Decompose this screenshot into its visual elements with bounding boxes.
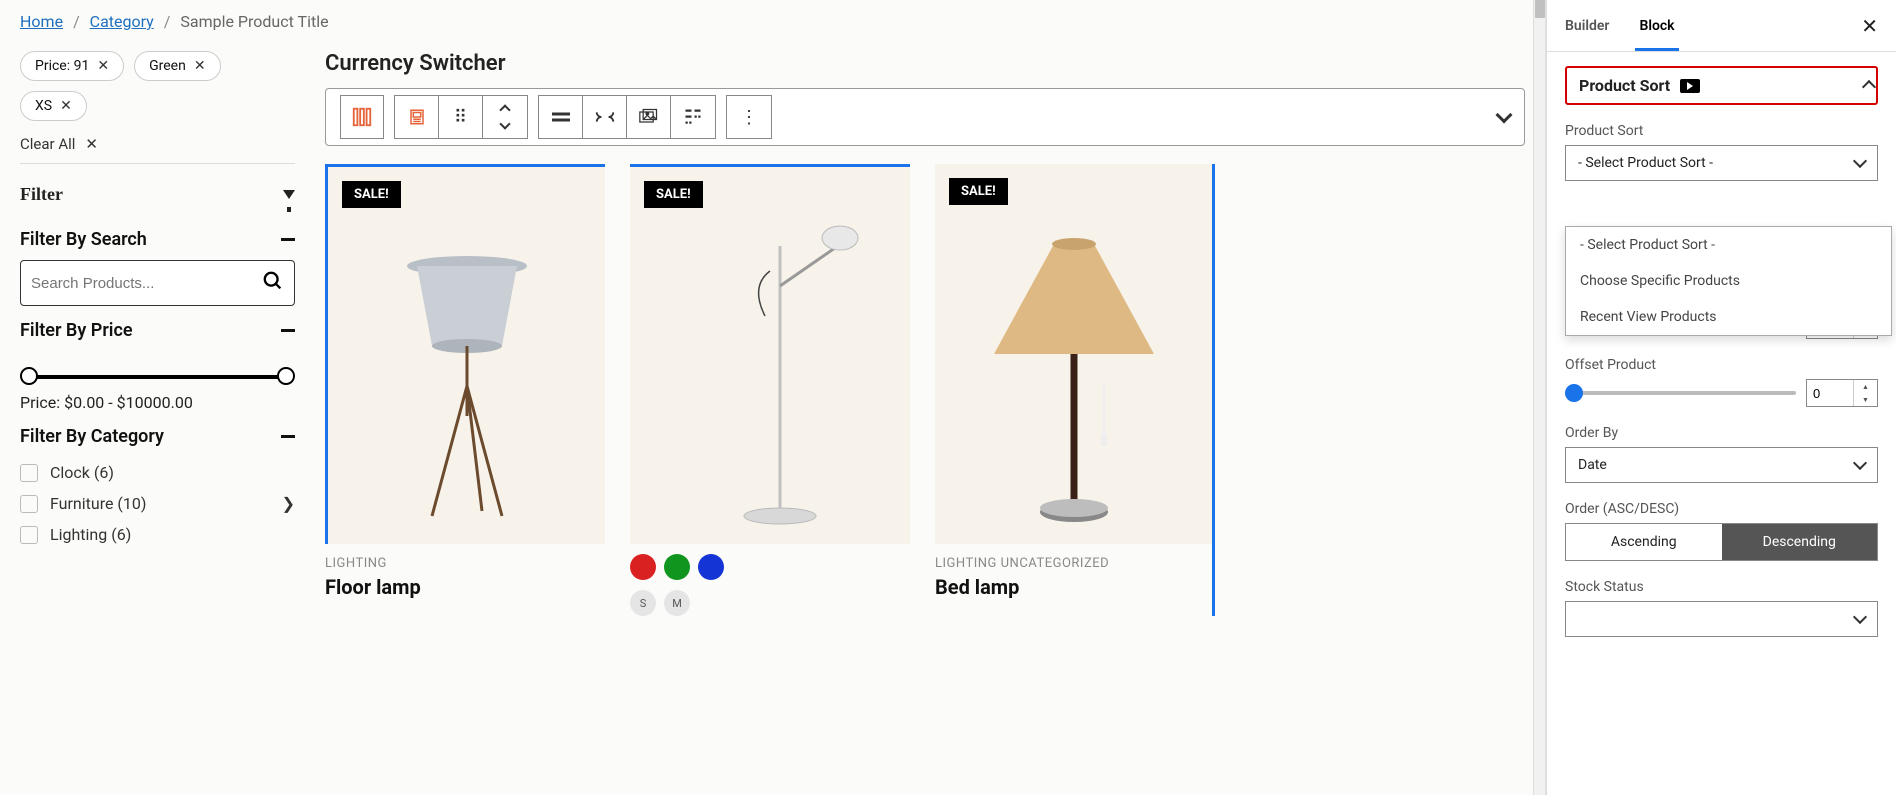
filter-price-head: Filter By Price [20, 320, 133, 341]
search-input[interactable] [31, 275, 262, 292]
sale-badge: SALE! [644, 181, 703, 208]
breadcrumb-sep: / [73, 12, 80, 31]
close-icon[interactable]: ✕ [194, 58, 206, 74]
checkbox[interactable] [20, 526, 38, 544]
product-category: LIGHTING UNCATEGORIZED [935, 544, 1212, 571]
breadcrumb-current: Sample Product Title [180, 12, 328, 31]
clear-all-button[interactable]: Clear All✕ [20, 135, 98, 153]
size-option[interactable]: S [630, 590, 656, 616]
category-item[interactable]: Clock (6) [20, 457, 295, 488]
order-label: Order (ASC/DESC) [1565, 501, 1878, 517]
checkbox[interactable] [20, 495, 38, 513]
product-image[interactable]: SALE! [630, 164, 910, 544]
spin-up[interactable]: ▲ [1854, 380, 1877, 393]
product-sort-select[interactable]: - Select Product Sort - [1565, 145, 1878, 181]
dropdown-option[interactable]: Recent View Products [1566, 299, 1891, 335]
gallery-icon[interactable] [627, 96, 671, 138]
product-sort-dropdown[interactable]: - Select Product Sort - Choose Specific … [1565, 226, 1892, 336]
grid-icon[interactable] [671, 96, 715, 138]
chevron-down-icon [1853, 456, 1867, 470]
product-sort-header[interactable]: Product Sort [1565, 66, 1878, 105]
move-up-icon[interactable] [483, 96, 527, 138]
currency-switcher-title: Currency Switcher [325, 51, 1525, 76]
chevron-down-icon [1853, 610, 1867, 624]
close-icon[interactable]: ✕ [97, 58, 109, 74]
collapse-icon[interactable] [281, 238, 295, 241]
align-icon[interactable] [539, 96, 583, 138]
video-icon[interactable] [1680, 79, 1700, 93]
product-image[interactable]: SALE! [325, 164, 605, 544]
checkbox[interactable] [20, 464, 38, 482]
size-option[interactable]: M [664, 590, 690, 616]
breadcrumb-sep: / [164, 12, 171, 31]
chip-price[interactable]: Price: 91✕ [20, 51, 124, 81]
stock-status-select[interactable] [1565, 601, 1878, 637]
swatch-blue[interactable] [698, 554, 724, 580]
breadcrumb-category[interactable]: Category [90, 12, 154, 31]
collapse-icon[interactable] [281, 435, 295, 438]
dropdown-option[interactable]: - Select Product Sort - [1566, 227, 1891, 263]
close-icon: ✕ [85, 135, 98, 153]
product-name[interactable]: Floor lamp [325, 575, 605, 599]
slider-knob[interactable] [1565, 384, 1583, 402]
order-asc-button[interactable]: Ascending [1566, 524, 1722, 560]
category-item[interactable]: Lighting (6) [20, 519, 295, 550]
main-scrollbar[interactable] [1533, 0, 1545, 795]
chip-size[interactable]: XS✕ [20, 91, 87, 121]
order-desc-button[interactable]: Descending [1722, 524, 1878, 560]
breadcrumb: Home / Category / Sample Product Title [20, 8, 1525, 51]
chip-color[interactable]: Green✕ [134, 51, 220, 81]
sale-badge: SALE! [949, 178, 1008, 205]
orderby-select[interactable]: Date [1565, 447, 1878, 483]
chevron-down-icon[interactable] [1496, 107, 1513, 124]
product-name[interactable]: Bed lamp [935, 575, 1212, 599]
breadcrumb-home[interactable]: Home [20, 12, 63, 31]
chevron-right-icon[interactable]: ❯ [282, 494, 295, 513]
filter-category-head: Filter By Category [20, 426, 164, 447]
columns-icon[interactable] [340, 95, 384, 139]
tool-template[interactable] [395, 96, 439, 138]
search-icon[interactable] [262, 270, 284, 297]
price-range-label: Price: $0.00 - $10000.00 [20, 393, 295, 412]
price-slider-max[interactable] [277, 367, 295, 385]
close-icon[interactable]: ✕ [60, 98, 72, 114]
close-icon[interactable]: ✕ [1861, 14, 1878, 38]
filter-search-head: Filter By Search [20, 229, 147, 250]
price-slider-track[interactable] [25, 375, 290, 379]
spin-down[interactable]: ▼ [1854, 393, 1877, 406]
tab-block[interactable]: Block [1639, 18, 1674, 34]
price-slider-min[interactable] [20, 367, 38, 385]
chevron-down-icon [1853, 154, 1867, 168]
product-image[interactable]: SALE! [935, 164, 1212, 544]
collapse-icon[interactable] [281, 329, 295, 332]
dropdown-option[interactable]: Choose Specific Products [1566, 263, 1891, 299]
tab-builder[interactable]: Builder [1565, 18, 1609, 34]
swatch-red[interactable] [630, 554, 656, 580]
link-icon[interactable] [583, 96, 627, 138]
funnel-icon [283, 190, 295, 199]
offset-input[interactable] [1807, 386, 1853, 401]
orderby-label: Order By [1565, 425, 1878, 441]
sale-badge: SALE! [342, 181, 401, 208]
product-sort-label: Product Sort [1565, 123, 1878, 139]
offset-slider[interactable] [1565, 391, 1796, 395]
scroll-thumb[interactable] [1535, 0, 1545, 18]
stock-status-label: Stock Status [1565, 579, 1878, 595]
filter-heading: Filter [20, 184, 63, 205]
more-options-icon[interactable]: ⋮ [727, 96, 771, 138]
product-category: LIGHTING [325, 544, 605, 571]
offset-label: Offset Product [1565, 357, 1878, 373]
drag-handle-icon[interactable]: ⠿ [439, 96, 483, 138]
category-item[interactable]: Furniture (10) ❯ [20, 488, 295, 519]
swatch-green[interactable] [664, 554, 690, 580]
